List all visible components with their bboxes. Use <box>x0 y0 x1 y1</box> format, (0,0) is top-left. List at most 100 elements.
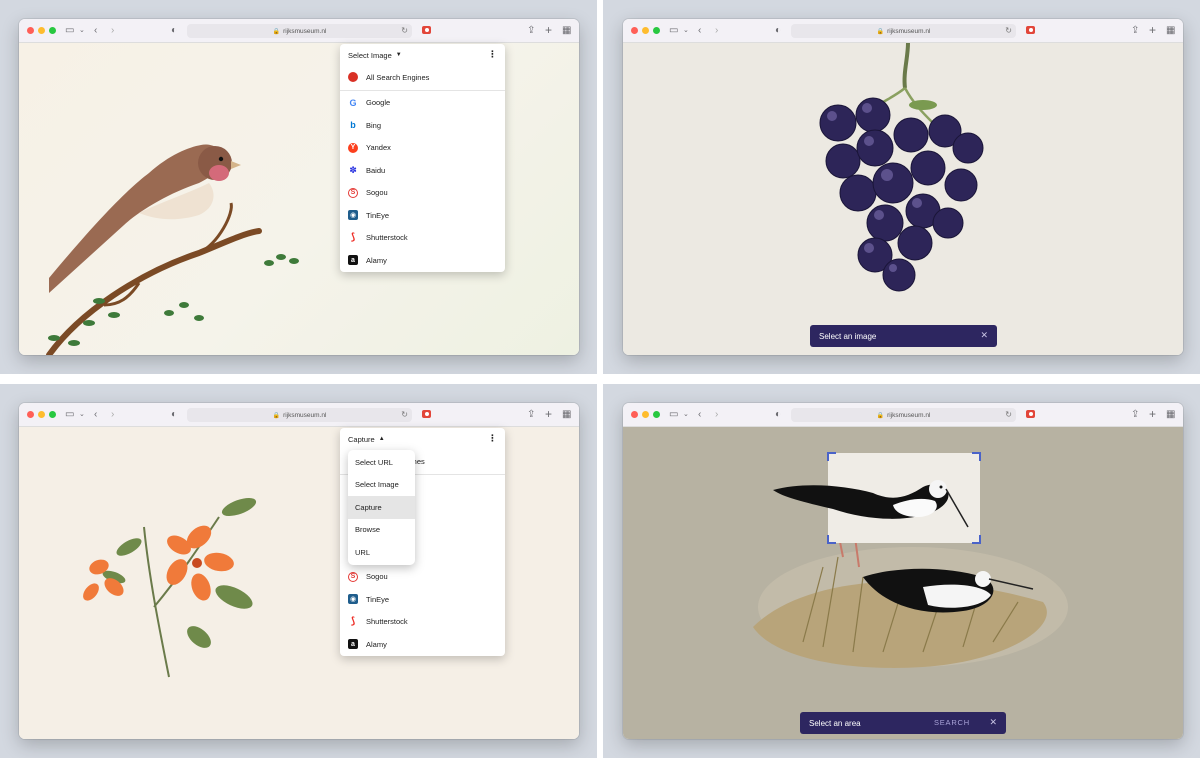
address-bar[interactable]: 🔒 rijksmuseum.nl ↻ <box>187 408 412 422</box>
engine-item-tineye[interactable]: ◉ TinEye <box>340 204 505 227</box>
reload-icon[interactable]: ↻ <box>401 410 408 419</box>
sidebar-icon[interactable]: ▭ <box>65 25 74 37</box>
panel-select-an-image: ▭ ⌄ ‹ › ◐ 🔒 rijksmuseum.nl ↻ ⇪ + ▦ Selec… <box>603 0 1200 374</box>
sidebar-icon[interactable]: ▭ <box>669 25 678 37</box>
maximize-window-button[interactable] <box>653 27 660 34</box>
close-window-button[interactable] <box>631 411 638 418</box>
back-icon[interactable]: ‹ <box>698 409 701 421</box>
mode-selector[interactable]: Select Image ▼ ⋮ <box>340 44 505 66</box>
engine-item-shutterstock[interactable]: ⟆ Shutterstock <box>340 227 505 250</box>
search-by-image-extension-icon[interactable] <box>1026 26 1035 34</box>
engine-item-baidu[interactable]: ✽ Baidu <box>340 159 505 182</box>
new-tab-icon[interactable]: + <box>1149 24 1156 36</box>
back-icon[interactable]: ‹ <box>94 409 97 421</box>
window-controls[interactable] <box>631 27 660 34</box>
close-window-button[interactable] <box>27 411 34 418</box>
engine-item-sogou[interactable]: S Sogou <box>340 182 505 205</box>
chevron-down-icon[interactable]: ⌄ <box>683 25 689 37</box>
alamy-icon: a <box>348 255 358 266</box>
close-window-button[interactable] <box>631 27 638 34</box>
select-area-bar: Select an area SEARCH ✕ <box>800 712 1006 734</box>
mode-option-capture[interactable]: Capture <box>348 496 415 519</box>
sidebar-icon[interactable]: ▭ <box>669 409 678 421</box>
chevron-down-icon[interactable]: ⌄ <box>79 25 85 37</box>
mode-option-url[interactable]: URL <box>348 541 415 564</box>
forward-icon[interactable]: › <box>715 409 718 421</box>
mode-option-browse[interactable]: Browse <box>348 519 415 542</box>
chevron-down-icon[interactable]: ⌄ <box>683 409 689 421</box>
engine-label: Sogou <box>366 188 388 198</box>
url-text: rijksmuseum.nl <box>283 27 327 35</box>
tab-overview-icon[interactable]: ▦ <box>562 409 571 421</box>
search-by-image-extension-icon[interactable] <box>422 410 431 418</box>
address-bar[interactable]: 🔒 rijksmuseum.nl ↻ <box>791 24 1016 38</box>
mode-option-select-image[interactable]: Select Image <box>348 474 415 497</box>
address-bar[interactable]: 🔒 rijksmuseum.nl ↻ <box>791 408 1016 422</box>
grapes-illustration[interactable] <box>623 42 1183 355</box>
maximize-window-button[interactable] <box>49 411 56 418</box>
share-icon[interactable]: ⇪ <box>1131 25 1139 37</box>
address-bar[interactable]: 🔒 rijksmuseum.nl ↻ <box>187 24 412 38</box>
close-icon[interactable]: ✕ <box>980 330 988 341</box>
engine-item-alamy[interactable]: a Alamy <box>340 249 505 272</box>
mode-selector-label: Select Image <box>348 50 392 60</box>
shield-icon[interactable]: ◐ <box>775 409 781 421</box>
maximize-window-button[interactable] <box>653 411 660 418</box>
engine-item-google[interactable]: G Google <box>340 92 505 115</box>
minimize-window-button[interactable] <box>38 411 45 418</box>
chevron-down-icon[interactable]: ⌄ <box>79 409 85 421</box>
engine-item-tineye[interactable]: ◉ TinEye <box>340 588 505 611</box>
minimize-window-button[interactable] <box>642 411 649 418</box>
shield-icon[interactable]: ◐ <box>171 409 177 421</box>
maximize-window-button[interactable] <box>49 27 56 34</box>
back-icon[interactable]: ‹ <box>94 25 97 37</box>
reload-icon[interactable]: ↻ <box>1005 26 1012 35</box>
engine-item-sogou[interactable]: S Sogou <box>340 566 505 589</box>
engine-label: TinEye <box>366 210 390 220</box>
tab-overview-icon[interactable]: ▦ <box>1166 25 1175 37</box>
tab-overview-icon[interactable]: ▦ <box>1166 409 1175 421</box>
mode-option-select-url[interactable]: Select URL <box>348 451 415 474</box>
shield-icon[interactable]: ◐ <box>775 25 781 37</box>
forward-icon[interactable]: › <box>715 25 718 37</box>
engine-item-alamy[interactable]: a Alamy <box>340 633 505 656</box>
shield-icon[interactable]: ◐ <box>171 25 177 37</box>
window-controls[interactable] <box>27 411 56 418</box>
search-by-image-extension-icon[interactable] <box>422 26 431 34</box>
close-window-button[interactable] <box>27 27 34 34</box>
share-icon[interactable]: ⇪ <box>527 25 535 37</box>
mode-selector[interactable]: Capture ▲ ⋮ <box>340 428 505 450</box>
share-icon[interactable]: ⇪ <box>1131 409 1139 421</box>
mode-option-label: URL <box>355 547 371 557</box>
new-tab-icon[interactable]: + <box>545 408 552 420</box>
search-button[interactable]: SEARCH <box>934 718 970 727</box>
forward-icon[interactable]: › <box>111 25 114 37</box>
minimize-window-button[interactable] <box>642 27 649 34</box>
new-tab-icon[interactable]: + <box>545 24 552 36</box>
window-controls[interactable] <box>631 411 660 418</box>
search-by-image-extension-icon[interactable] <box>1026 410 1035 418</box>
browser-window: ▭ ⌄ ‹ › ◐ 🔒 rijksmuseum.nl ↻ ⇪ + ▦ <box>623 19 1183 355</box>
sidebar-icon[interactable]: ▭ <box>65 409 74 421</box>
share-icon[interactable]: ⇪ <box>527 409 535 421</box>
alamy-icon: a <box>348 639 358 650</box>
forward-icon[interactable]: › <box>111 409 114 421</box>
more-options-icon[interactable]: ⋮ <box>488 49 497 59</box>
bar-text: Select an image <box>819 331 877 341</box>
reload-icon[interactable]: ↻ <box>401 26 408 35</box>
engine-item-yandex[interactable]: Y Yandex <box>340 137 505 160</box>
minimize-window-button[interactable] <box>38 27 45 34</box>
engine-item-shutterstock[interactable]: ⟆ Shutterstock <box>340 611 505 634</box>
engine-item-all[interactable]: All Search Engines <box>340 66 505 89</box>
engine-item-bing[interactable]: b Bing <box>340 114 505 137</box>
more-options-icon[interactable]: ⋮ <box>488 433 497 443</box>
engine-label: Alamy <box>366 639 387 649</box>
close-icon[interactable]: ✕ <box>989 717 997 728</box>
tab-overview-icon[interactable]: ▦ <box>562 25 571 37</box>
new-tab-icon[interactable]: + <box>1149 408 1156 420</box>
stilts-illustration[interactable] <box>623 427 1183 739</box>
back-icon[interactable]: ‹ <box>698 25 701 37</box>
url-text: rijksmuseum.nl <box>887 411 931 419</box>
reload-icon[interactable]: ↻ <box>1005 410 1012 419</box>
window-controls[interactable] <box>27 27 56 34</box>
